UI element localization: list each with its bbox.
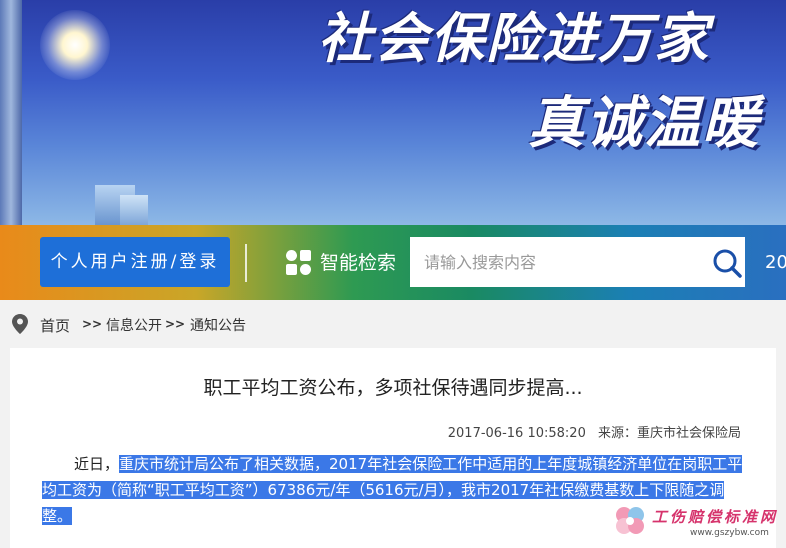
flower-icon [616, 507, 644, 534]
login-register-button[interactable]: 个人用户注册/登录 [40, 237, 230, 287]
search-icon[interactable] [712, 248, 742, 278]
breadcrumb-separator: >> [165, 317, 186, 331]
breadcrumb-separator: >> [82, 317, 103, 331]
sun-image [40, 10, 110, 80]
search-input[interactable] [410, 237, 745, 287]
article-title: 职工平均工资公布，多项社保待遇同步提高... [203, 377, 583, 399]
article-lead: 近日， [74, 455, 120, 473]
header-banner: 社会保险进万家 真诚温暖 [0, 0, 786, 225]
breadcrumb-notices[interactable]: 通知公告 [190, 315, 246, 335]
watermark-url: www.gszybw.com [690, 528, 769, 538]
banner-slogan-line2: 真诚温暖 [528, 90, 760, 156]
breadcrumb-home[interactable]: 首页 [40, 315, 70, 336]
location-pin-icon [12, 314, 28, 334]
smart-search-link[interactable]: 智能检索 [320, 250, 396, 276]
article-meta: 2017-06-16 10:58:20 来源：重庆市社会保险局 [448, 422, 741, 441]
article-source: 来源：重庆市社会保险局 [597, 426, 741, 441]
banner-slogan-line1: 社会保险进万家 [318, 6, 710, 70]
date-fragment: 20 [765, 252, 786, 273]
building-image [120, 195, 148, 225]
tower-image [0, 0, 22, 225]
nav-divider [245, 244, 247, 282]
grid-icon[interactable] [286, 250, 312, 276]
breadcrumb-info-public[interactable]: 信息公开 [106, 315, 162, 335]
article-datetime: 2017-06-16 10:58:20 [447, 426, 586, 441]
watermark-text: 工伤赔偿标准网 [652, 508, 779, 526]
